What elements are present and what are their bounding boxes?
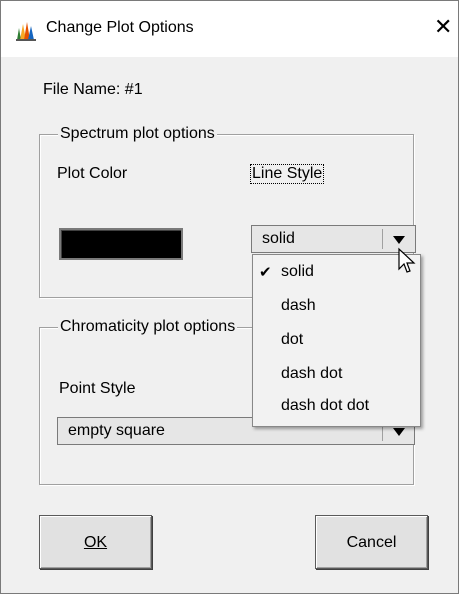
plot-color-swatch[interactable] <box>59 228 183 260</box>
window-title: Change Plot Options <box>46 19 194 36</box>
app-spectrum-icon <box>16 22 36 41</box>
spectrum-group-title: Spectrum plot options <box>58 125 217 143</box>
plot-color-label: Plot Color <box>57 165 128 182</box>
chromaticity-group-title: Chromaticity plot options <box>58 318 238 336</box>
cancel-button[interactable]: Cancel <box>315 515 428 569</box>
ok-button[interactable]: OK <box>39 515 152 569</box>
checkmark-icon: ✔ <box>259 264 272 281</box>
line-style-option[interactable]: dash <box>253 291 420 323</box>
option-label: dash dot <box>281 365 343 382</box>
option-label: dash <box>281 297 316 314</box>
file-name-label: File Name: #1 <box>43 81 143 98</box>
line-style-option[interactable]: dash dot dot <box>253 391 420 423</box>
line-style-combobox[interactable]: solid <box>251 225 416 253</box>
mouse-pointer-icon <box>398 247 416 273</box>
point-style-selected-value: empty square <box>68 422 165 439</box>
line-style-option[interactable]: dot <box>253 325 420 357</box>
cancel-button-label: Cancel <box>346 534 397 551</box>
line-style-selected-value: solid <box>262 230 295 247</box>
change-plot-options-dialog: Change Plot Options ✕ File Name: #1 Spec… <box>0 0 459 594</box>
line-style-label: Line Style <box>249 164 325 184</box>
line-style-dropdown-list: ✔ solid dash dot dash dot dash dot dot <box>252 254 421 427</box>
ok-button-label: OK <box>83 534 108 551</box>
option-label: dot <box>281 331 304 348</box>
option-label: dash dot dot <box>281 397 370 414</box>
line-style-option[interactable]: ✔ solid <box>253 257 420 289</box>
point-style-label: Point Style <box>59 380 136 397</box>
title-bar[interactable]: Change Plot Options ✕ <box>1 1 458 57</box>
option-label: solid <box>281 263 314 280</box>
close-icon[interactable]: ✕ <box>434 16 452 38</box>
combo-separator <box>382 229 383 249</box>
line-style-option[interactable]: dash dot <box>253 359 420 391</box>
